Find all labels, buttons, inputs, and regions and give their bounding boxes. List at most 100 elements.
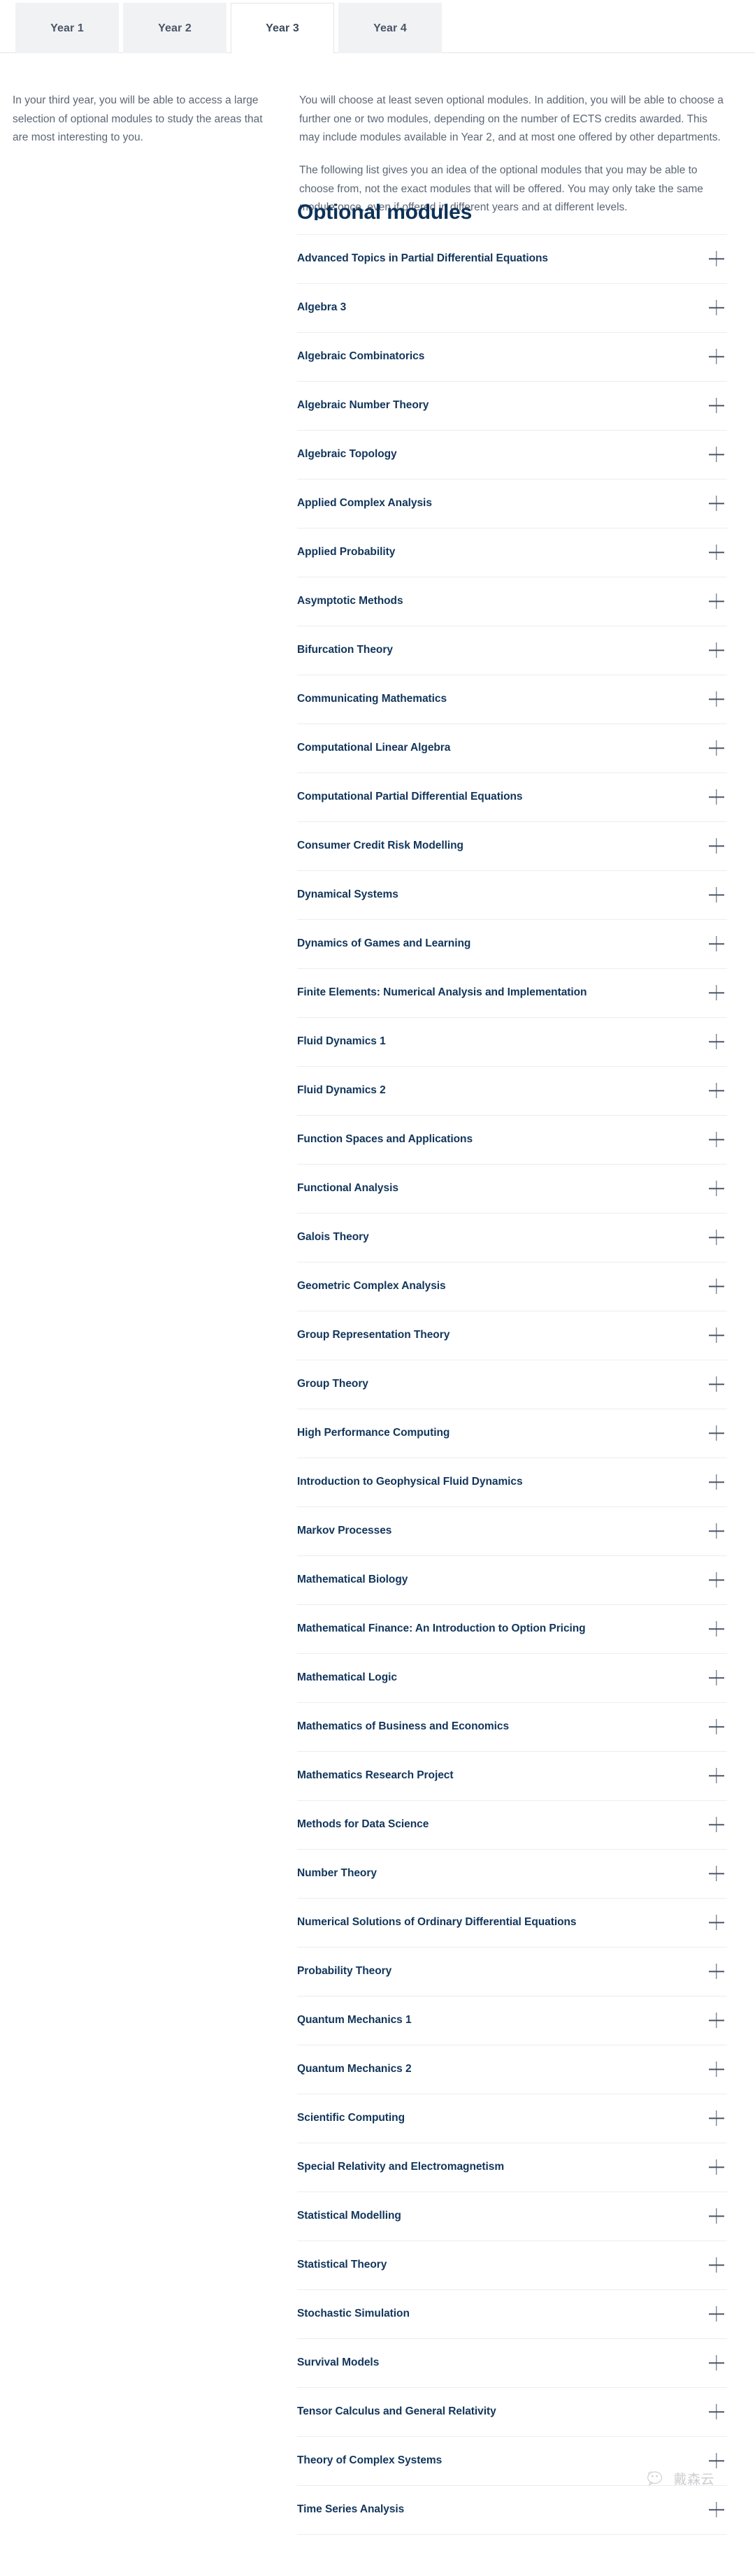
tab-year-3[interactable]: Year 3 <box>231 3 334 54</box>
plus-icon[interactable] <box>709 2110 724 2126</box>
module-accordion-item[interactable]: High Performance Computing <box>297 1409 727 1458</box>
module-accordion-item[interactable]: Dynamics of Games and Learning <box>297 920 727 969</box>
module-accordion-item[interactable]: Scientific Computing <box>297 2094 727 2143</box>
module-accordion-item[interactable]: Quantum Mechanics 2 <box>297 2045 727 2094</box>
module-accordion-item[interactable]: Tensor Calculus and General Relativity <box>297 2388 727 2437</box>
module-accordion-item[interactable]: Geometric Complex Analysis <box>297 1262 727 1311</box>
module-accordion-item[interactable]: Algebra 3 <box>297 284 727 333</box>
module-accordion-item[interactable]: Theory of Complex Systems <box>297 2437 727 2486</box>
module-accordion-item[interactable]: Consumer Credit Risk Modelling <box>297 822 727 871</box>
module-accordion-item[interactable]: Algebraic Combinatorics <box>297 333 727 382</box>
module-accordion-item[interactable]: Methods for Data Science <box>297 1801 727 1850</box>
plus-icon[interactable] <box>709 1034 724 1049</box>
tab-year-1[interactable]: Year 1 <box>15 3 119 53</box>
plus-icon[interactable] <box>709 1083 724 1098</box>
plus-icon[interactable] <box>709 1915 724 1930</box>
plus-icon[interactable] <box>709 2013 724 2028</box>
plus-icon[interactable] <box>709 1327 724 1343</box>
plus-icon[interactable] <box>709 1425 724 1441</box>
module-accordion-item[interactable]: Advanced Topics in Partial Differential … <box>297 235 727 284</box>
plus-icon[interactable] <box>709 1768 724 1783</box>
plus-icon[interactable] <box>709 496 724 511</box>
plus-icon[interactable] <box>709 2502 724 2517</box>
plus-icon[interactable] <box>709 887 724 902</box>
module-accordion-item[interactable]: Mathematical Logic <box>297 1654 727 1703</box>
plus-icon[interactable] <box>709 2404 724 2419</box>
module-accordion-item[interactable]: Applied Probability <box>297 528 727 577</box>
module-accordion-item[interactable]: Survival Models <box>297 2339 727 2388</box>
module-accordion-item[interactable]: Numerical Solutions of Ordinary Differen… <box>297 1899 727 1948</box>
plus-icon[interactable] <box>709 838 724 854</box>
module-accordion-item[interactable]: Mathematical Finance: An Introduction to… <box>297 1605 727 1654</box>
plus-icon[interactable] <box>709 2306 724 2322</box>
plus-icon[interactable] <box>709 2453 724 2468</box>
module-accordion-item[interactable]: Fluid Dynamics 2 <box>297 1067 727 1116</box>
module-accordion-item[interactable]: Function Spaces and Applications <box>297 1116 727 1165</box>
module-accordion-item[interactable]: Statistical Theory <box>297 2241 727 2290</box>
module-accordion-item[interactable]: Statistical Modelling <box>297 2192 727 2241</box>
plus-icon[interactable] <box>709 300 724 315</box>
plus-icon[interactable] <box>709 251 724 266</box>
plus-icon[interactable] <box>709 691 724 707</box>
plus-icon[interactable] <box>709 349 724 364</box>
module-accordion-item[interactable]: Quantum Mechanics 1 <box>297 1996 727 2045</box>
plus-icon[interactable] <box>709 936 724 951</box>
plus-icon[interactable] <box>709 1181 724 1196</box>
plus-icon[interactable] <box>709 789 724 805</box>
plus-icon[interactable] <box>709 398 724 413</box>
module-accordion-item[interactable]: Mathematics Research Project <box>297 1752 727 1801</box>
plus-icon[interactable] <box>709 447 724 462</box>
plus-icon[interactable] <box>709 2208 724 2224</box>
module-accordion-item[interactable]: Number Theory <box>297 1850 727 1899</box>
plus-icon[interactable] <box>709 1719 724 1734</box>
module-accordion-item[interactable]: Group Theory <box>297 1360 727 1409</box>
module-accordion-item[interactable]: Time Series Analysis <box>297 2486 727 2535</box>
module-accordion-item[interactable]: Applied Complex Analysis <box>297 480 727 528</box>
module-accordion-item[interactable]: Computational Linear Algebra <box>297 724 727 773</box>
plus-icon[interactable] <box>709 593 724 609</box>
module-accordion-item[interactable]: Dynamical Systems <box>297 871 727 920</box>
plus-icon[interactable] <box>709 1964 724 1979</box>
tab-year-2[interactable]: Year 2 <box>123 3 226 53</box>
module-accordion-item[interactable]: Introduction to Geophysical Fluid Dynami… <box>297 1458 727 1507</box>
plus-icon[interactable] <box>709 985 724 1000</box>
plus-icon[interactable] <box>709 1474 724 1490</box>
plus-icon[interactable] <box>709 1523 724 1539</box>
plus-icon[interactable] <box>709 1132 724 1147</box>
module-accordion-item[interactable]: Special Relativity and Electromagnetism <box>297 2143 727 2192</box>
module-accordion-item[interactable]: Functional Analysis <box>297 1165 727 1214</box>
module-accordion-item[interactable]: Probability Theory <box>297 1948 727 1996</box>
intro-left-paragraph: In your third year, you will be able to … <box>13 94 263 144</box>
module-accordion-item[interactable]: Fluid Dynamics 1 <box>297 1018 727 1067</box>
module-accordion-item[interactable]: Group Representation Theory <box>297 1311 727 1360</box>
module-accordion-label: Methods for Data Science <box>297 1818 429 1831</box>
module-accordion-item[interactable]: Stochastic Simulation <box>297 2290 727 2339</box>
plus-icon[interactable] <box>709 1621 724 1636</box>
plus-icon[interactable] <box>709 2159 724 2175</box>
plus-icon[interactable] <box>709 740 724 756</box>
plus-icon[interactable] <box>709 1817 724 1832</box>
plus-icon[interactable] <box>709 545 724 560</box>
module-accordion-item[interactable]: Finite Elements: Numerical Analysis and … <box>297 969 727 1018</box>
plus-icon[interactable] <box>709 1376 724 1392</box>
module-accordion-item[interactable]: Mathematical Biology <box>297 1556 727 1605</box>
module-accordion-item[interactable]: Algebraic Topology <box>297 431 727 480</box>
module-accordion-item[interactable]: Asymptotic Methods <box>297 577 727 626</box>
plus-icon[interactable] <box>709 1572 724 1588</box>
plus-icon[interactable] <box>709 1866 724 1881</box>
tab-year-4[interactable]: Year 4 <box>338 3 442 53</box>
module-accordion-item[interactable]: Galois Theory <box>297 1214 727 1262</box>
module-accordion-item[interactable]: Computational Partial Differential Equat… <box>297 773 727 822</box>
plus-icon[interactable] <box>709 1230 724 1245</box>
module-accordion-item[interactable]: Mathematics of Business and Economics <box>297 1703 727 1752</box>
module-accordion-item[interactable]: Markov Processes <box>297 1507 727 1556</box>
plus-icon[interactable] <box>709 642 724 658</box>
module-accordion-item[interactable]: Algebraic Number Theory <box>297 382 727 431</box>
module-accordion-item[interactable]: Bifurcation Theory <box>297 626 727 675</box>
module-accordion-item[interactable]: Communicating Mathematics <box>297 675 727 724</box>
plus-icon[interactable] <box>709 2061 724 2077</box>
plus-icon[interactable] <box>709 2355 724 2370</box>
plus-icon[interactable] <box>709 1279 724 1294</box>
plus-icon[interactable] <box>709 2257 724 2273</box>
plus-icon[interactable] <box>709 1670 724 1685</box>
